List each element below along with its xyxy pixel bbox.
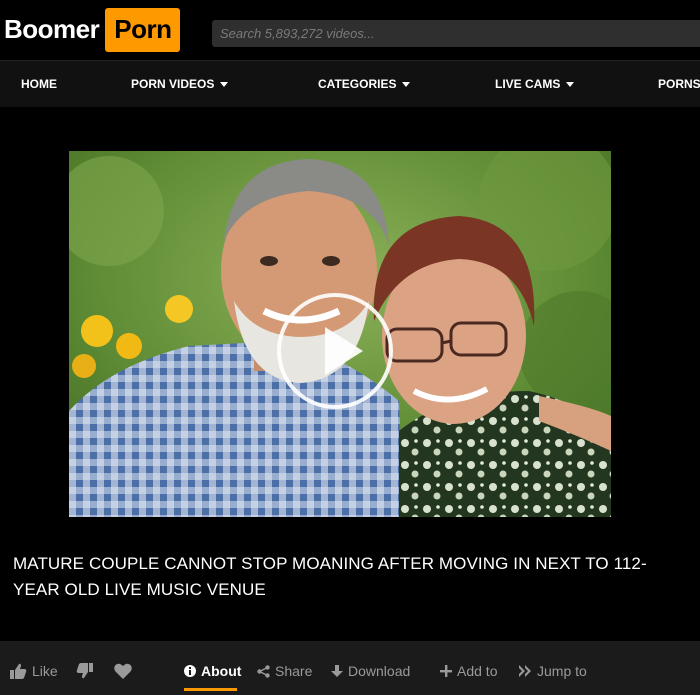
site-logo[interactable]: Boomer Porn <box>4 5 181 54</box>
tab-about[interactable]: About <box>184 663 241 679</box>
share-label: Share <box>275 663 313 679</box>
nav-item-label: PORN VIDEOS <box>131 77 215 91</box>
chevron-down-icon <box>220 81 229 87</box>
nav-item-home[interactable]: HOME <box>21 77 57 91</box>
nav-item-label: HOME <box>21 77 57 91</box>
dislike-button[interactable] <box>76 663 98 679</box>
search-input[interactable] <box>212 20 700 47</box>
plus-icon <box>440 665 452 677</box>
site-header: Boomer Porn <box>0 0 700 60</box>
about-label: About <box>201 663 242 679</box>
favorite-button[interactable] <box>114 663 137 679</box>
like-button[interactable]: Like <box>10 663 58 679</box>
download-button[interactable]: Download <box>331 663 410 679</box>
video-actions-bar: Like About Share Download Add to Jump to <box>0 641 700 695</box>
main-nav: HOME PORN VIDEOS CATEGORIES LIVE CAMS PO… <box>0 60 700 107</box>
nav-item-porn-videos[interactable]: PORN VIDEOS <box>131 77 229 91</box>
like-label: Like <box>32 663 58 679</box>
add-to-label: Add to <box>457 663 498 679</box>
fast-forward-icon <box>519 665 531 677</box>
download-label: Download <box>348 663 411 679</box>
add-to-button[interactable]: Add to <box>440 663 497 679</box>
video-title: MATURE COUPLE CANNOT STOP MOANING AFTER … <box>13 554 647 599</box>
info-icon <box>184 665 196 677</box>
nav-item-label: LIVE CAMS <box>495 77 561 91</box>
logo-text-left: Boomer <box>4 14 100 44</box>
logo-text-right: Porn <box>105 7 181 52</box>
nav-item-label: CATEGORIES <box>318 77 397 91</box>
jump-to-button[interactable]: Jump to <box>519 663 587 679</box>
nav-item-live-cams[interactable]: LIVE CAMS <box>495 77 575 91</box>
nav-item-label: PORNS <box>658 77 700 91</box>
heart-icon <box>114 663 132 679</box>
play-icon <box>325 327 363 375</box>
thumbs-down-icon <box>76 663 93 679</box>
nav-item-porns[interactable]: PORNS <box>658 77 700 91</box>
thumbs-up-icon <box>10 663 27 679</box>
share-icon <box>257 664 270 678</box>
active-tab-underline <box>184 688 237 691</box>
download-icon <box>331 664 343 677</box>
nav-item-categories[interactable]: CATEGORIES <box>318 77 411 91</box>
play-button[interactable] <box>277 293 393 409</box>
share-button[interactable]: Share <box>257 663 312 679</box>
jump-to-label: Jump to <box>537 663 587 679</box>
chevron-down-icon <box>402 81 411 87</box>
chevron-down-icon <box>566 81 575 87</box>
